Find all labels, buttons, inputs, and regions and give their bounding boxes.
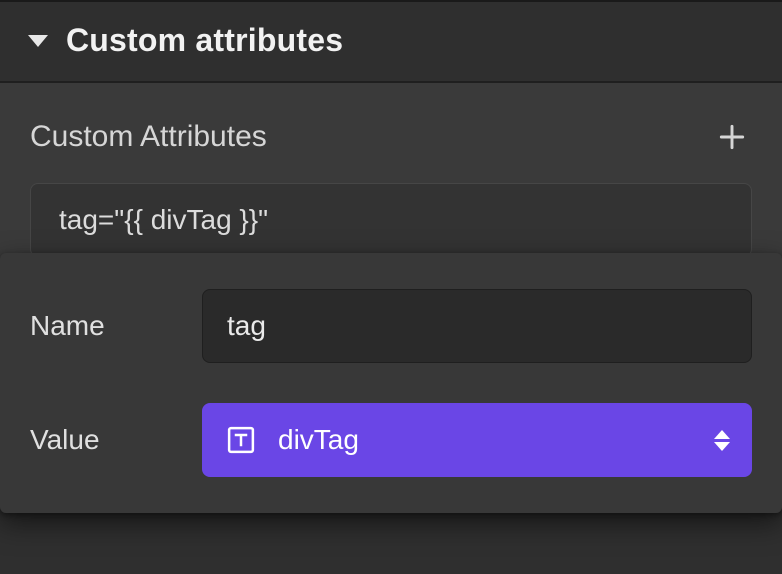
section-title: Custom attributes: [66, 22, 343, 59]
value-field: Value divTag: [30, 403, 752, 477]
plus-icon: [716, 121, 748, 153]
add-attribute-button[interactable]: [712, 117, 752, 157]
attribute-row[interactable]: tag="{{ divTag }}": [30, 183, 752, 257]
name-input[interactable]: [202, 289, 752, 363]
attribute-display-text: tag="{{ divTag }}": [59, 204, 268, 235]
attributes-subheader: Custom Attributes: [30, 117, 752, 157]
text-type-icon: [224, 423, 258, 457]
value-binding-text: divTag: [278, 424, 694, 456]
name-field: Name: [30, 289, 752, 363]
attributes-subtitle: Custom Attributes: [30, 120, 267, 154]
chevron-down-icon: [28, 35, 48, 47]
value-binding-select[interactable]: divTag: [202, 403, 752, 477]
select-stepper-icon: [714, 430, 730, 451]
attribute-editor: Name Value divTag: [0, 253, 782, 513]
value-label: Value: [30, 424, 178, 456]
section-header[interactable]: Custom attributes: [0, 2, 782, 83]
custom-attributes-panel: Custom attributes Custom Attributes tag=…: [0, 0, 782, 574]
section-body: Custom Attributes tag="{{ divTag }}": [0, 83, 782, 257]
name-label: Name: [30, 310, 178, 342]
